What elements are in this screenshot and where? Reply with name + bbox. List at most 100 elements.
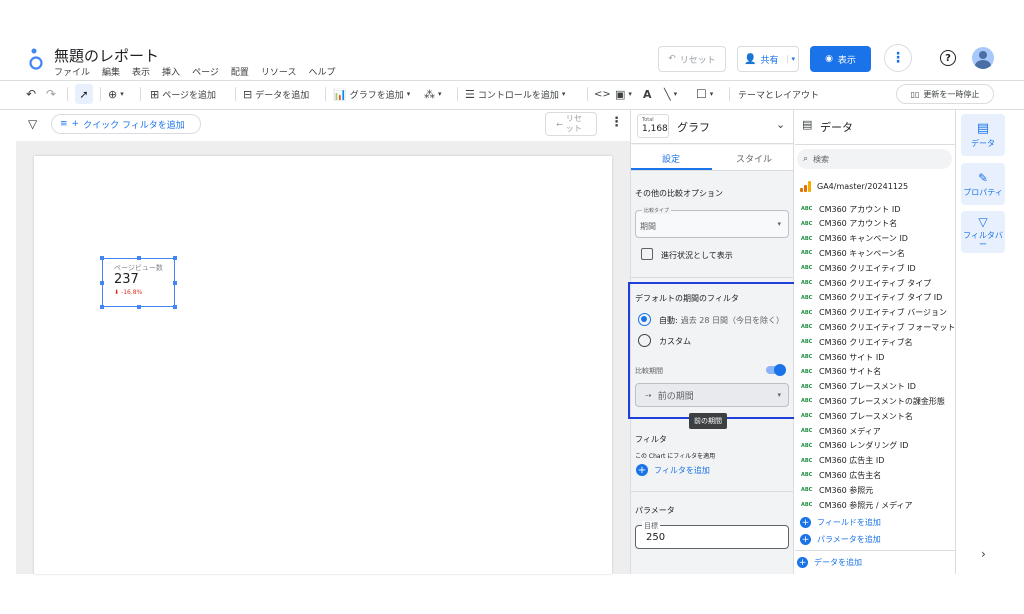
custom-radio[interactable] [638, 334, 651, 347]
side-tab-filterbar[interactable]: ▽ フィルタバー [961, 211, 1005, 253]
field-name: CM360 キャンペーン名 [819, 248, 905, 258]
add-field-link[interactable]: + フィールドを追加 [800, 517, 881, 528]
redo-icon[interactable]: ↷ [46, 86, 56, 102]
chart-type-thumbnail[interactable]: Total 1,168 [637, 114, 669, 138]
resize-handle[interactable] [100, 256, 104, 260]
param-target-input[interactable]: 目標 250 [635, 521, 789, 549]
image-icon: ▣ [615, 87, 626, 101]
side-tab-properties[interactable]: ✎ プロパティ [961, 163, 1005, 205]
app-logo[interactable] [27, 46, 45, 72]
compare-type-select[interactable]: 比較タイプ 期間 ▾ [635, 207, 789, 238]
menu-insert[interactable]: 挿入 [162, 65, 180, 78]
auto-radio-detail: 過去 28 日間（今日を除く） [680, 316, 784, 325]
list-item[interactable]: ABC CM360 クリエイティブ タイプ [801, 276, 931, 290]
add-chart-dropdown-icon: ▾ [406, 90, 411, 98]
data-source-row[interactable]: GA4/master/20241125 [800, 181, 908, 192]
add-control-button[interactable]: ☰ コントロールを追加 ▾ [465, 86, 565, 102]
list-item[interactable]: ABC CM360 プレースメント名 [801, 409, 913, 423]
reset-button[interactable]: ↶ リセット [658, 46, 726, 72]
add-person-icon: 👤 [744, 53, 757, 65]
resize-handle[interactable] [100, 305, 104, 309]
list-item[interactable]: ABC CM360 プレースメントの課金形態 [801, 394, 945, 408]
help-icon[interactable]: ? [940, 50, 956, 66]
list-item[interactable]: ABC CM360 クリエイティブ タイプ ID [801, 291, 942, 305]
resize-handle[interactable] [137, 256, 141, 260]
menu-arrange[interactable]: 配置 [231, 65, 249, 78]
add-chart-button[interactable]: 📊 グラフを追加 ▾ [333, 86, 410, 102]
list-item[interactable]: ABC CM360 サイト名 [801, 365, 881, 379]
list-item[interactable]: ABC CM360 アカウント ID [801, 202, 900, 216]
list-item[interactable]: ABC CM360 クリエイティブ バージョン [801, 306, 947, 320]
resize-handle[interactable] [137, 305, 141, 309]
zoom-button[interactable]: ⊕ ▾ [108, 86, 124, 102]
resize-handle[interactable] [173, 305, 177, 309]
add-page-button[interactable]: ⊞ ページを追加 [150, 86, 216, 102]
expand-panel-icon[interactable]: › [981, 547, 986, 561]
text-field-icon: ABC [801, 472, 813, 479]
field-search-input[interactable]: ⌕ 検索 [797, 149, 952, 169]
filter-reset-button[interactable]: ← リセット [545, 112, 597, 136]
progress-checkbox[interactable] [641, 248, 653, 260]
menu-file[interactable]: ファイル [54, 65, 90, 78]
embed-code-icon[interactable]: <> [594, 86, 611, 102]
auto-radio[interactable] [638, 313, 651, 326]
chart-panel-collapse-icon[interactable]: ⌄ [776, 118, 785, 131]
resize-handle[interactable] [100, 281, 104, 285]
add-filter-link[interactable]: + フィルタを追加 [636, 464, 710, 476]
menu-help[interactable]: ヘルプ [308, 65, 335, 78]
menu-edit[interactable]: 編集 [102, 65, 120, 78]
shape-button[interactable]: ☐ ▾ [696, 86, 713, 102]
list-item[interactable]: ABC CM360 広告主名 [801, 468, 881, 482]
view-button[interactable]: ◉ 表示 [810, 46, 871, 72]
report-title[interactable]: 無題のレポート [54, 45, 159, 66]
filter-reset-label: リセット [565, 114, 582, 133]
list-item[interactable]: ABC CM360 サイト ID [801, 350, 884, 364]
compare-period-toggle[interactable] [766, 364, 786, 376]
tab-setup[interactable]: 設定 [662, 152, 680, 165]
image-button[interactable]: ▣ ▾ [615, 86, 632, 102]
undo-icon[interactable]: ↶ [26, 86, 36, 102]
resize-handle[interactable] [173, 281, 177, 285]
list-item[interactable]: ABC CM360 キャンペーン名 [801, 246, 905, 260]
list-item[interactable]: ABC CM360 プレースメント ID [801, 380, 916, 394]
pause-update-button[interactable]: ▯▯ 更新を一時停止 [896, 84, 994, 104]
list-item[interactable]: ABC CM360 クリエイティブ フォーマット [801, 320, 955, 334]
menu-page[interactable]: ページ [192, 65, 219, 78]
list-item[interactable]: ABC CM360 参照元 / メディア [801, 498, 913, 512]
avatar[interactable] [972, 47, 994, 69]
text-icon[interactable]: A [643, 86, 652, 102]
compare-period-select[interactable]: ⇢ 前の期間 ▾ [635, 383, 789, 407]
list-item[interactable]: ABC CM360 メディア [801, 424, 881, 438]
list-item[interactable]: ABC CM360 クリエイティブ ID [801, 261, 916, 275]
community-viz-button[interactable]: ⁂ ▾ [424, 86, 442, 102]
list-item[interactable]: ABC CM360 レンダリング ID [801, 439, 908, 453]
share-button[interactable]: 👤 共有 ▾ [737, 46, 799, 72]
list-item[interactable]: ABC CM360 アカウント名 [801, 217, 897, 231]
tab-style[interactable]: スタイル [736, 152, 772, 165]
list-item[interactable]: ABC CM360 クリエイティブ名 [801, 335, 913, 349]
data-panel-header-divider [795, 144, 956, 145]
list-item[interactable]: ABC CM360 キャンペーン ID [801, 232, 908, 246]
select-tool-icon[interactable]: ➚ [75, 84, 93, 104]
scorecard[interactable]: ページビュー数 237 ⬇ -16.8% [100, 256, 177, 309]
more-options-icon[interactable]: ⋮ [884, 44, 912, 72]
quick-filter-button[interactable]: ≡ + クイック フィルタを追加 [51, 114, 201, 134]
report-canvas[interactable] [34, 156, 612, 574]
resize-handle[interactable] [173, 256, 177, 260]
line-button[interactable]: ╲ ▾ [664, 86, 677, 102]
add-data-button[interactable]: ⊟ データを追加 [243, 86, 309, 102]
share-dropdown-icon[interactable]: ▾ [787, 55, 798, 63]
eye-icon: ◉ [825, 54, 833, 64]
filter-funnel-icon[interactable]: ▽ [28, 117, 37, 131]
add-param-link[interactable]: + パラメータを追加 [800, 534, 881, 545]
side-tab-data[interactable]: ▤ データ [961, 114, 1005, 156]
field-name: CM360 クリエイティブ タイプ [819, 278, 932, 288]
add-data-link[interactable]: + データを追加 [797, 557, 862, 568]
theme-layout-button[interactable]: テーマとレイアウト [738, 86, 819, 102]
filterbar-more-icon[interactable]: ⋮ [610, 115, 623, 130]
filter-list-icon: ≡ [60, 119, 68, 129]
menu-view[interactable]: 表示 [132, 65, 150, 78]
list-item[interactable]: ABC CM360 広告主 ID [801, 454, 884, 468]
list-item[interactable]: ABC CM360 参照元 [801, 483, 873, 497]
menu-resource[interactable]: リソース [261, 65, 297, 78]
